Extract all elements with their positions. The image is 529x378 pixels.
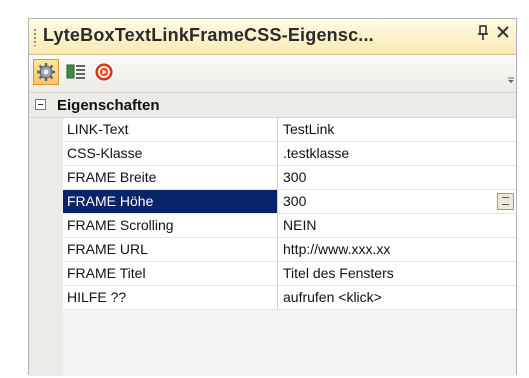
property-value[interactable]: Titel des Fensters bbox=[278, 262, 516, 286]
drag-grip-icon[interactable] bbox=[33, 28, 37, 46]
property-value[interactable]: NEIN bbox=[278, 214, 516, 238]
row-margin bbox=[29, 310, 63, 376]
panel-titlebar[interactable]: LyteBoxTextLinkFrameCSS-Eigensc... bbox=[29, 19, 516, 55]
category-header[interactable]: Eigenschaften bbox=[29, 93, 516, 118]
property-row-selected[interactable]: FRAME Höhe 300 bbox=[29, 190, 516, 214]
row-margin bbox=[29, 262, 63, 286]
row-margin bbox=[29, 166, 63, 190]
property-name[interactable]: FRAME Höhe bbox=[63, 190, 278, 214]
row-margin bbox=[29, 214, 63, 238]
close-icon[interactable] bbox=[496, 25, 510, 44]
properties-panel: LyteBoxTextLinkFrameCSS-Eigensc... Eigen… bbox=[28, 18, 517, 376]
property-value[interactable]: .testklasse bbox=[278, 142, 516, 166]
toolbar-overflow-icon[interactable] bbox=[508, 63, 514, 85]
property-value[interactable]: http://www.xxx.xx bbox=[278, 238, 516, 262]
property-row[interactable]: HILFE ?? aufrufen <klick> bbox=[29, 286, 516, 310]
property-name[interactable]: FRAME URL bbox=[63, 238, 278, 262]
stop-icon[interactable] bbox=[91, 59, 117, 85]
property-row[interactable]: LINK-Text TestLink bbox=[29, 118, 516, 142]
row-margin bbox=[29, 238, 63, 262]
collapse-icon[interactable] bbox=[35, 99, 46, 110]
property-row[interactable]: FRAME Breite 300 bbox=[29, 166, 516, 190]
property-row[interactable]: CSS-Klasse .testklasse bbox=[29, 142, 516, 166]
property-name[interactable]: FRAME Titel bbox=[63, 262, 278, 286]
properties-gear-icon[interactable] bbox=[33, 59, 59, 85]
grid-empty-area bbox=[29, 310, 516, 376]
property-grid: Eigenschaften LINK-Text TestLink CSS-Kla… bbox=[29, 93, 516, 376]
category-label: Eigenschaften bbox=[57, 97, 160, 114]
property-name[interactable]: HILFE ?? bbox=[63, 286, 278, 310]
property-name[interactable]: FRAME Breite bbox=[63, 166, 278, 190]
property-row[interactable]: FRAME Titel Titel des Fensters bbox=[29, 262, 516, 286]
property-name[interactable]: CSS-Klasse bbox=[63, 142, 278, 166]
row-margin bbox=[29, 142, 63, 166]
property-value[interactable]: 300 bbox=[278, 166, 516, 190]
row-margin bbox=[29, 190, 63, 214]
row-margin bbox=[29, 286, 63, 310]
property-value[interactable]: aufrufen <klick> bbox=[278, 286, 516, 310]
pin-icon[interactable] bbox=[477, 25, 489, 46]
property-row[interactable]: FRAME Scrolling NEIN bbox=[29, 214, 516, 238]
property-value[interactable]: 300 bbox=[283, 193, 306, 209]
property-value[interactable]: TestLink bbox=[278, 118, 516, 142]
property-name[interactable]: FRAME Scrolling bbox=[63, 214, 278, 238]
value-spinner-icon[interactable] bbox=[497, 193, 514, 210]
property-value-input[interactable]: 300 bbox=[278, 190, 516, 214]
property-name[interactable]: LINK-Text bbox=[63, 118, 278, 142]
events-list-icon[interactable] bbox=[63, 59, 89, 85]
panel-toolbar bbox=[29, 55, 516, 93]
panel-title: LyteBoxTextLinkFrameCSS-Eigensc... bbox=[43, 25, 374, 45]
row-margin bbox=[29, 118, 63, 142]
property-row[interactable]: FRAME URL http://www.xxx.xx bbox=[29, 238, 516, 262]
